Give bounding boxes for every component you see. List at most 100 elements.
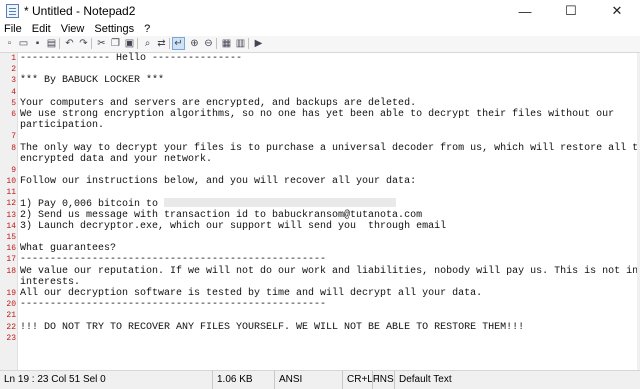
line-content: The only way to decrypt your files is to… (20, 142, 640, 154)
line-text: participation. (20, 120, 104, 131)
redo-icon[interactable]: ↷ (77, 37, 90, 50)
editor-line[interactable]: 18 We value our reputation. If we will no… (0, 266, 640, 277)
editor-line[interactable]: 1 --------------- Hello --------------- (0, 53, 640, 64)
editor-line[interactable]: 5 Your computers and servers are encrypte… (0, 98, 640, 109)
status-scheme[interactable]: Default Text (394, 371, 640, 389)
line-content: ----------------------------------------… (20, 299, 327, 311)
editor-line[interactable]: 22 !!! DO NOT TRY TO RECOVER ANY FILES YO… (0, 322, 640, 333)
editor-line[interactable]: 10 Follow our instructions below, and you… (0, 176, 640, 187)
cut-icon[interactable]: ✂ (95, 37, 108, 50)
editor-line[interactable]: 11 (0, 187, 640, 198)
editor-line[interactable]: encrypted data and your network. (0, 154, 640, 165)
window-title: * Untitled - Notepad2 (24, 4, 136, 18)
zoom-in-icon[interactable]: ⊕ (188, 37, 201, 50)
editor-line[interactable]: 13 2) Send us message with transaction id… (0, 210, 640, 221)
menu-settings[interactable]: Settings (89, 22, 139, 36)
line-number: 19 (6, 288, 16, 298)
line-text: We use strong encryption algorithms, so … (20, 109, 614, 120)
editor-line[interactable]: 20 --------------------------------------… (0, 299, 640, 310)
minimize-button[interactable]: — (502, 0, 548, 22)
find-icon[interactable]: ⌕ (141, 37, 154, 50)
line-text: 3) Launch decryptor.exe, which our suppo… (20, 221, 446, 232)
editor-line[interactable]: 21 (0, 310, 640, 321)
status-line-endings[interactable]: CR+LF (342, 371, 379, 389)
editor-line[interactable]: 3 *** By BABUCK LOCKER *** (0, 75, 640, 86)
line-content: encrypted data and your network. (20, 153, 213, 165)
paste-icon[interactable]: ▣ (123, 37, 136, 50)
view-scheme-icon[interactable]: ▦ (220, 37, 233, 50)
close-button[interactable]: ✕ (594, 0, 640, 22)
line-number: 8 (11, 143, 16, 153)
save-icon[interactable]: ▪ (31, 37, 44, 50)
line-content: We use strong encryption algorithms, so … (20, 108, 615, 120)
menu-edit[interactable]: Edit (27, 22, 56, 36)
word-wrap-icon[interactable]: ↵ (172, 37, 185, 50)
line-text: 2) Send us message with transaction id t… (20, 210, 422, 221)
line-number: 3 (11, 76, 16, 86)
editor-line[interactable]: interests. (0, 277, 640, 288)
editor-line[interactable]: 12 1) Pay 0,006 bitcoin to (0, 198, 640, 210)
save-as-icon[interactable]: ▤ (45, 37, 58, 50)
editor-line[interactable]: 17 --------------------------------------… (0, 254, 640, 265)
line-content: *** By BABUCK LOCKER *** (20, 75, 165, 87)
editor-line[interactable]: 2 (0, 64, 640, 75)
new-icon[interactable]: ▫ (3, 37, 16, 50)
status-encoding[interactable]: ANSI (274, 371, 342, 389)
line-text: ----------------------------------------… (20, 299, 326, 310)
line-content: ----------------------------------------… (20, 254, 327, 266)
zoom-out-icon[interactable]: ⊖ (202, 37, 215, 50)
line-content: --------------- Hello --------------- (20, 53, 243, 64)
line-content: What guarantees? (20, 243, 117, 255)
line-content: Follow our instructions below, and you w… (20, 176, 417, 188)
editor-line[interactable]: 4 (0, 87, 640, 98)
redacted-wallet-address (164, 198, 397, 208)
line-text: All our decryption software is tested by… (20, 288, 482, 299)
editor-line[interactable]: 9 (0, 165, 640, 176)
line-number: 22 (6, 322, 16, 332)
line-text: The only way to decrypt your files is to… (20, 143, 640, 154)
status-position: Ln 19 : 23 Col 51 Sel 0 (4, 374, 106, 385)
text-editor[interactable]: 1 --------------- Hello --------------- 2 3… (0, 53, 640, 370)
run-icon[interactable]: ▶ (252, 37, 265, 50)
editor-line[interactable]: 16 What guarantees? (0, 243, 640, 254)
menu-file[interactable]: File (0, 22, 27, 36)
line-number: 5 (11, 98, 16, 108)
menu-view[interactable]: View (56, 22, 90, 36)
status-insert-mode[interactable]: INS (372, 371, 394, 389)
line-text: encrypted data and your network. (20, 154, 212, 165)
editor-line[interactable]: 15 (0, 232, 640, 243)
line-text: Follow our instructions below, and you w… (20, 176, 416, 187)
line-content: !!! DO NOT TRY TO RECOVER ANY FILES YOUR… (20, 321, 525, 333)
editor-line[interactable]: 14 3) Launch decryptor.exe, which our sup… (0, 221, 640, 232)
toolbar-separator (216, 38, 217, 49)
line-number: 13 (6, 210, 16, 220)
editor-line[interactable]: 6 We use strong encryption algorithms, so… (0, 109, 640, 120)
editor-line[interactable]: 8 The only way to decrypt your files is t… (0, 143, 640, 154)
line-text: ----------------------------------------… (20, 254, 326, 265)
line-number: 10 (6, 177, 16, 187)
toolbar-separator (248, 38, 249, 49)
line-text: Your computers and servers are encrypted… (20, 98, 416, 109)
editor-line[interactable]: participation. (0, 120, 640, 131)
line-content: All our decryption software is tested by… (20, 287, 483, 299)
open-icon[interactable]: ▭ (17, 37, 30, 50)
line-content: 3) Launch decryptor.exe, which our suppo… (20, 220, 447, 232)
line-number: 16 (6, 244, 16, 254)
customize-schemes-icon[interactable]: ▥ (234, 37, 247, 50)
editor-line[interactable]: 7 (0, 131, 640, 142)
replace-icon[interactable]: ⇄ (155, 37, 168, 50)
line-number: 21 (6, 311, 16, 321)
toolbar-separator (137, 38, 138, 49)
line-text: !!! DO NOT TRY TO RECOVER ANY FILES YOUR… (20, 322, 524, 333)
notepad-app-icon (6, 4, 19, 18)
line-number: 9 (11, 165, 16, 175)
line-number: 17 (6, 255, 16, 265)
editor-line[interactable]: 23 (0, 333, 640, 344)
editor-line[interactable]: 19 All our decryption software is tested … (0, 288, 640, 299)
editor-lines: 1 --------------- Hello --------------- 2 3… (0, 53, 640, 344)
menu-help[interactable]: ? (139, 22, 155, 36)
copy-icon[interactable]: ❐ (109, 37, 122, 50)
line-content: interests. (20, 276, 81, 288)
maximize-button[interactable]: ☐ (548, 0, 594, 22)
undo-icon[interactable]: ↶ (63, 37, 76, 50)
